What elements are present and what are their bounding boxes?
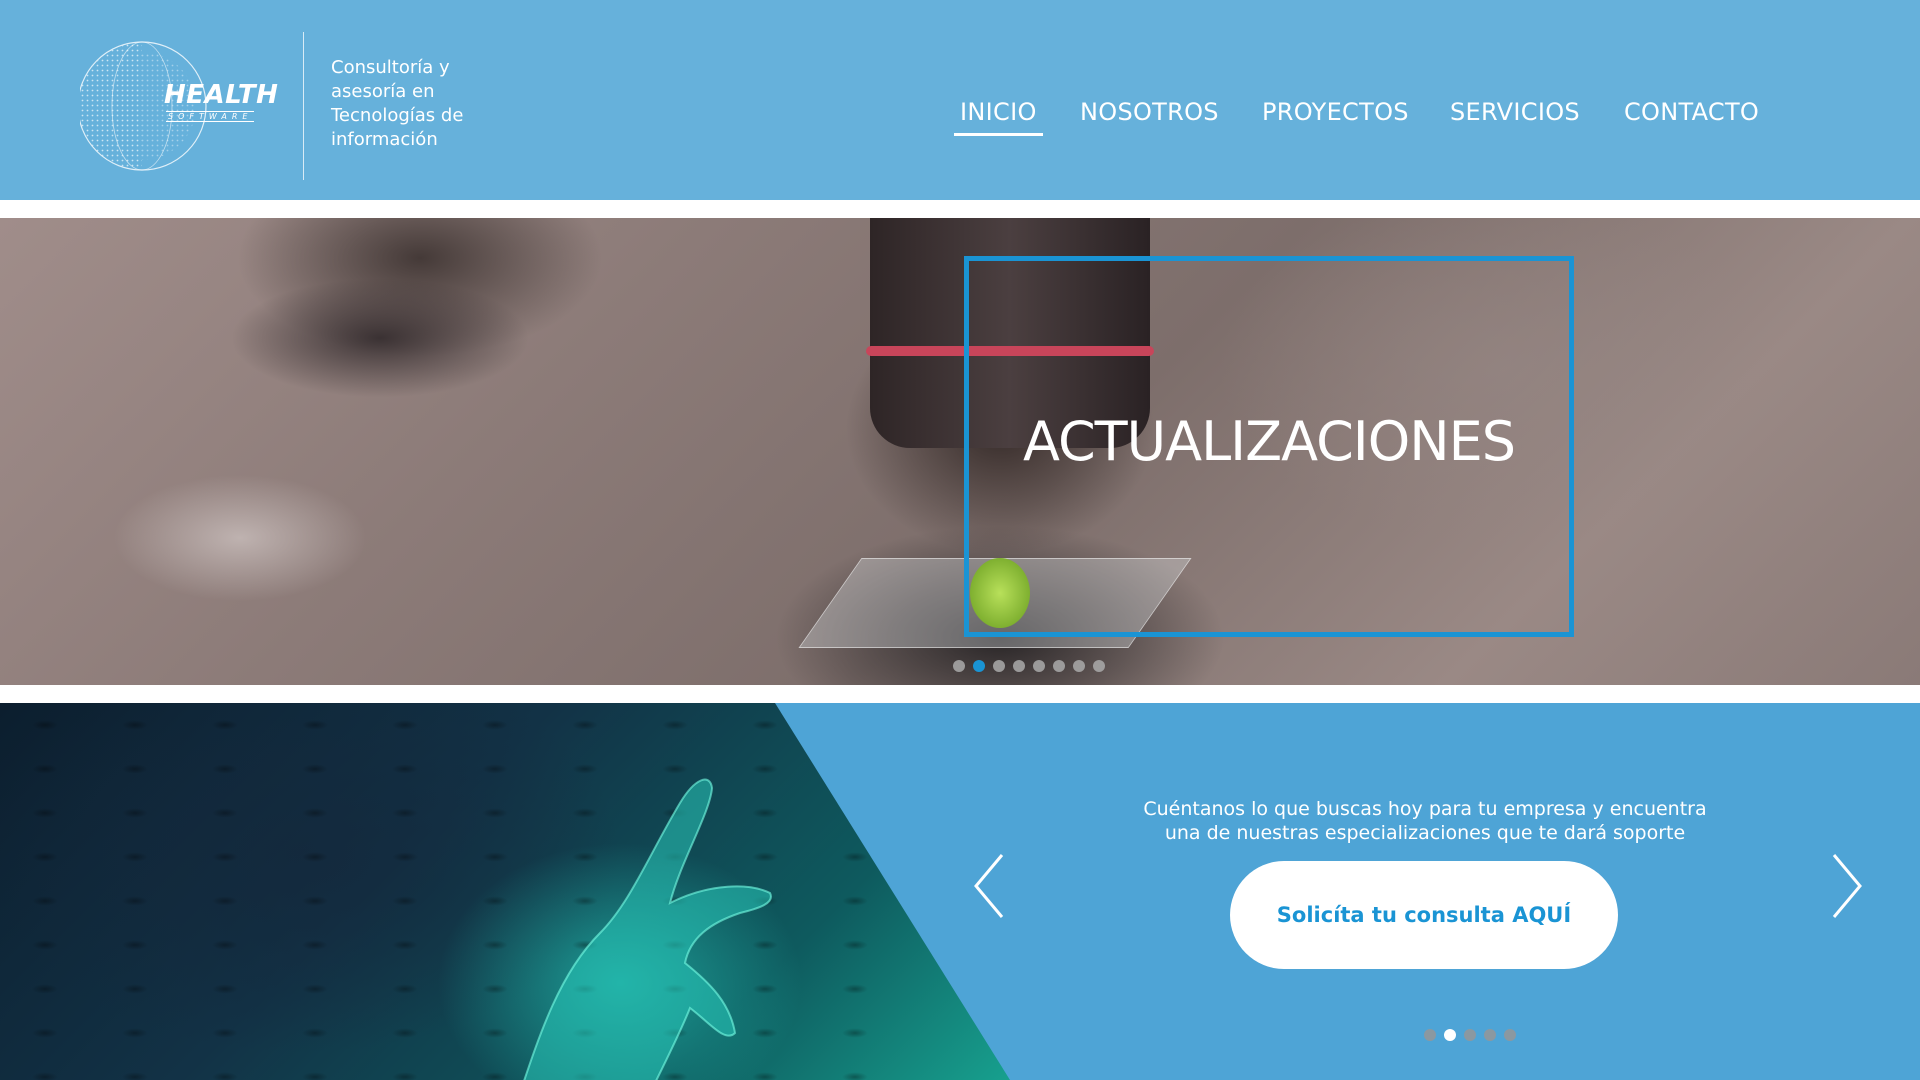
cta-photo-hand [0, 703, 1010, 1080]
nav-item-nosotros[interactable]: NOSOTROS [1080, 98, 1219, 126]
cta-slider-pagination [1424, 1029, 1516, 1041]
pagination-dot[interactable] [1013, 660, 1025, 672]
microscope-objective-shadow [230, 278, 530, 398]
hero-slider-pagination [953, 660, 1105, 672]
cta-text-line: Cuéntanos lo que buscas hoy para tu empr… [1143, 798, 1707, 820]
main-nav: INICIO NOSOTROS PROYECTOS SERVICIOS CONT… [0, 98, 1920, 142]
tagline-line: Consultoría y [331, 57, 450, 78]
cta-text-line: una de nuestras especializaciones que te… [1164, 822, 1686, 844]
pagination-dot[interactable] [1093, 660, 1105, 672]
hero-slider[interactable]: ACTUALIZACIONES [0, 218, 1920, 685]
site-header: HEALTH SOFTWARE Consultoría y asesoría e… [0, 0, 1920, 200]
chevron-left-icon[interactable] [970, 851, 1010, 921]
cta-section: Cuéntanos lo que buscas hoy para tu empr… [0, 703, 1920, 1080]
nav-item-contacto[interactable]: CONTACTO [1624, 98, 1759, 126]
hero-title: ACTUALIZACIONES [1022, 410, 1516, 473]
pagination-dot[interactable] [1504, 1029, 1516, 1041]
pagination-dot[interactable] [1053, 660, 1065, 672]
pagination-dot[interactable] [1464, 1029, 1476, 1041]
pagination-dot[interactable] [953, 660, 965, 672]
pagination-dot[interactable] [1033, 660, 1045, 672]
chevron-right-icon[interactable] [1826, 851, 1866, 921]
cta-description: Cuéntanos lo que buscas hoy para tu empr… [1080, 797, 1770, 845]
pagination-dot[interactable] [993, 660, 1005, 672]
pagination-dot[interactable] [1444, 1029, 1456, 1041]
pagination-dot[interactable] [1424, 1029, 1436, 1041]
nav-item-inicio[interactable]: INICIO [954, 98, 1043, 136]
request-consultation-button[interactable]: Solicíta tu consulta AQUÍ [1230, 861, 1618, 969]
hand-illustration [518, 778, 772, 1080]
pagination-dot[interactable] [1484, 1029, 1496, 1041]
nav-item-servicios[interactable]: SERVICIOS [1450, 98, 1580, 126]
pagination-dot[interactable] [973, 660, 985, 672]
pagination-dot[interactable] [1073, 660, 1085, 672]
nav-item-proyectos[interactable]: PROYECTOS [1262, 98, 1409, 126]
